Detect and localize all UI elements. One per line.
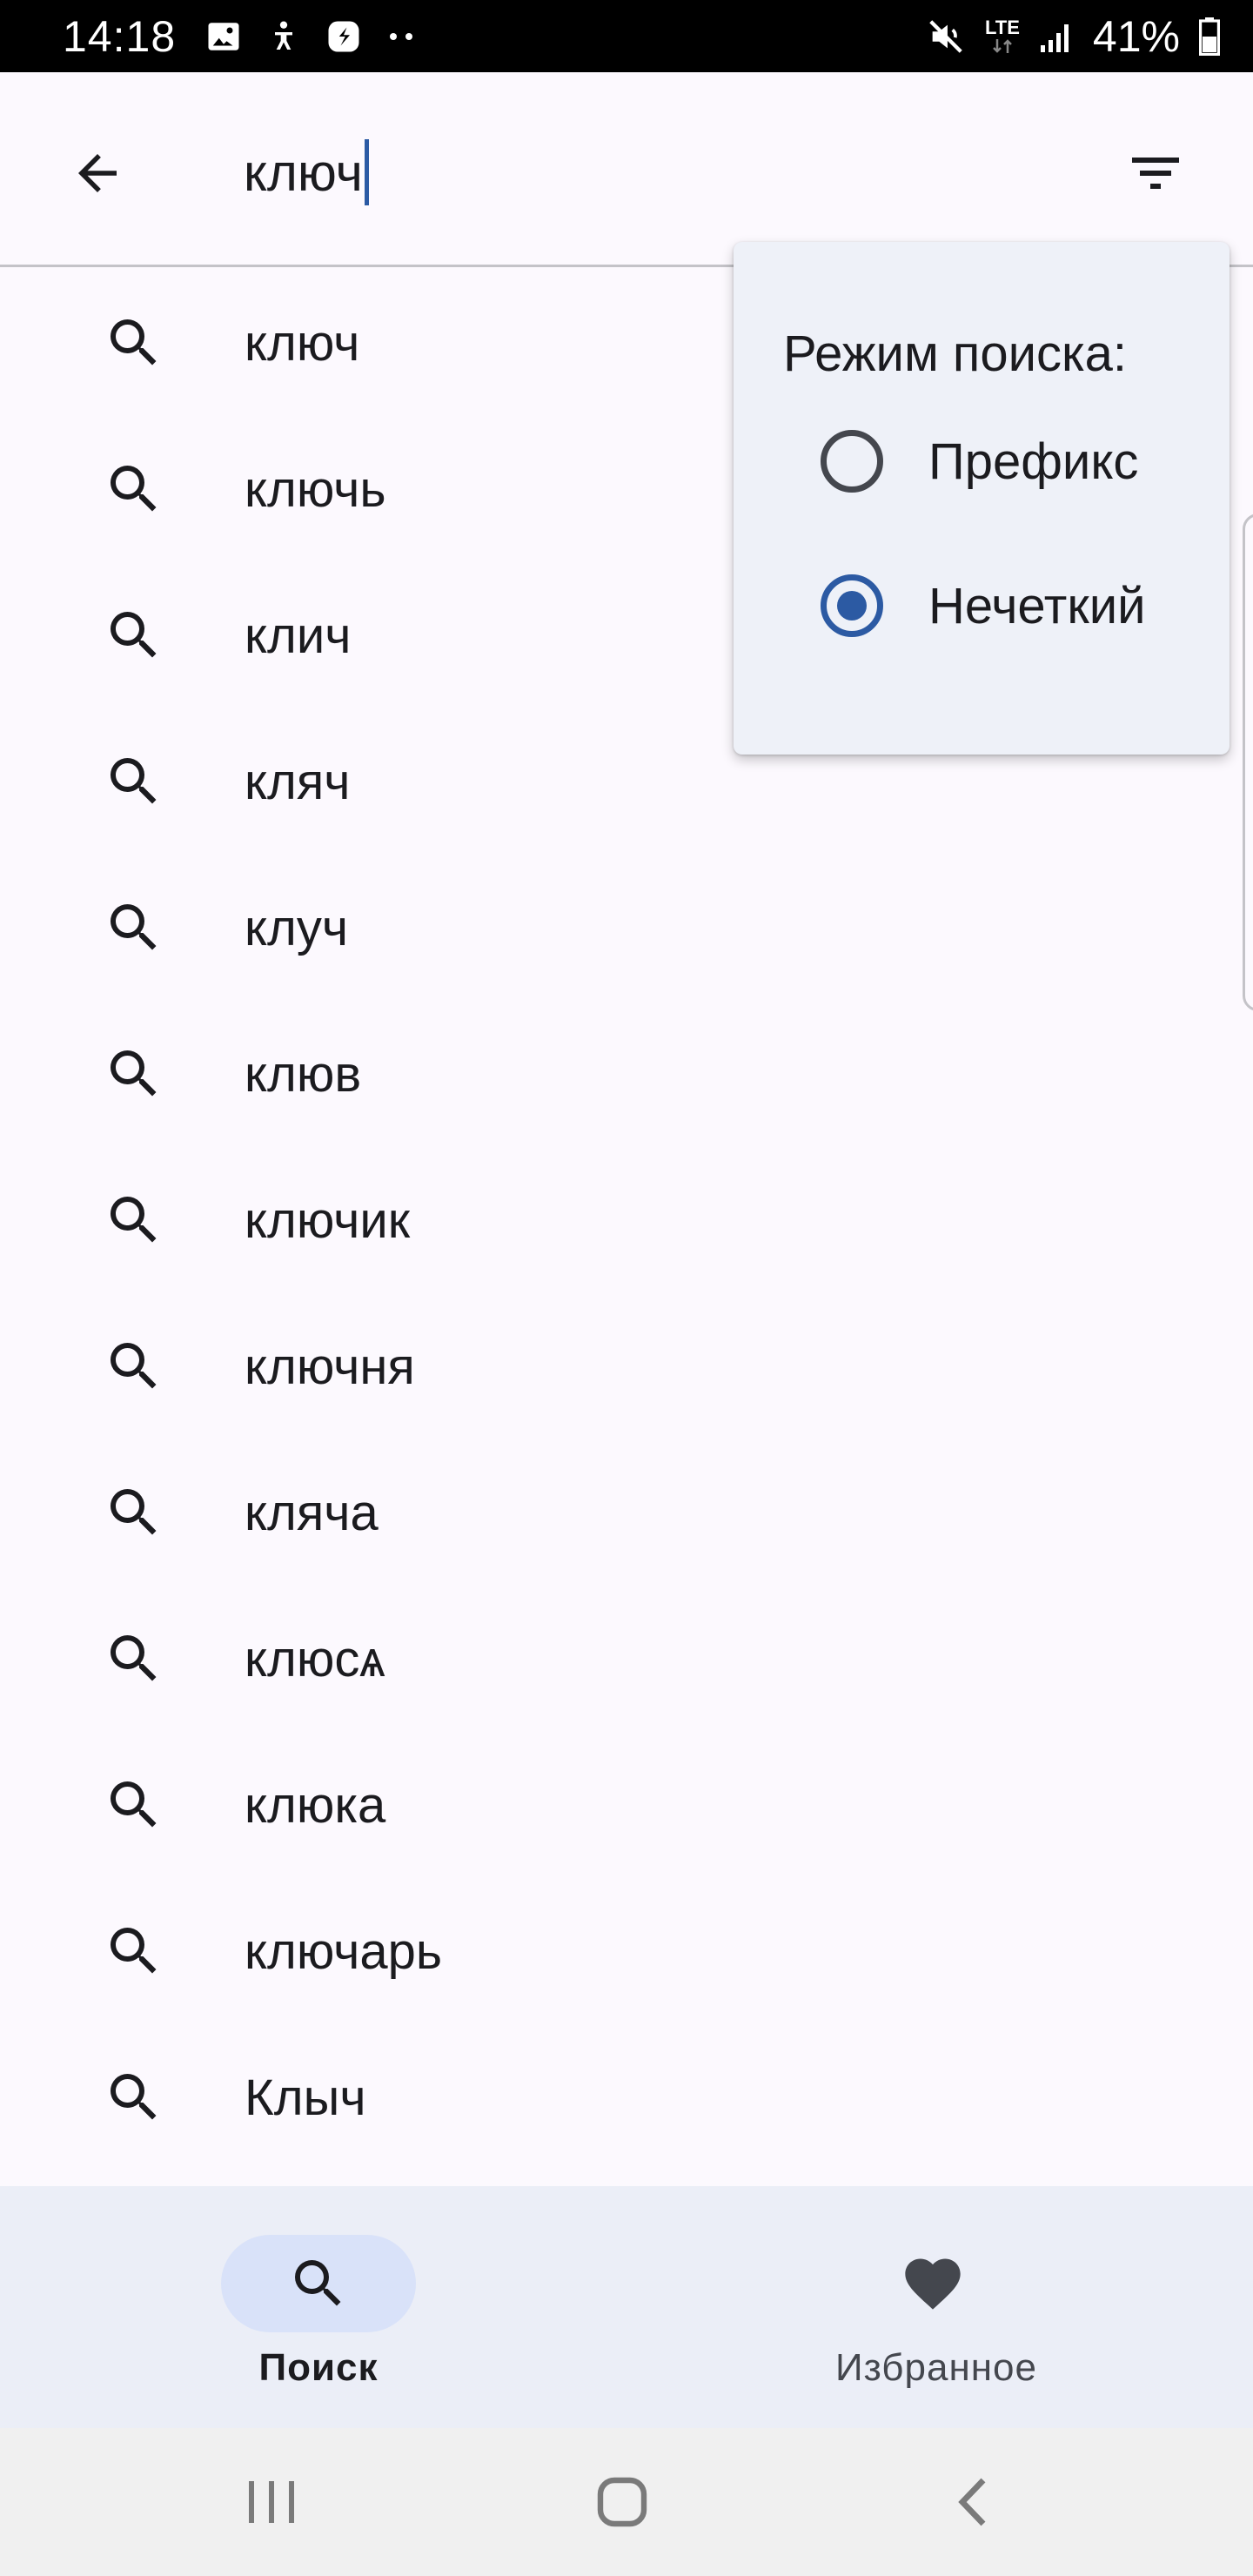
filter-button[interactable] — [1114, 131, 1197, 215]
battery-icon — [1199, 17, 1220, 56]
bottom-navigation: Поиск Избранное — [0, 2186, 1253, 2428]
suggestion-text: клич — [245, 607, 352, 664]
nav-item-favorites[interactable]: Избранное — [626, 2186, 1253, 2428]
search-icon — [101, 1479, 167, 1546]
search-icon — [101, 1187, 167, 1253]
suggestion-text: клюсѧ — [245, 1630, 385, 1687]
accessibility-icon — [266, 18, 301, 55]
search-icon — [101, 1772, 167, 1838]
suggestion-text: кляча — [245, 1484, 379, 1541]
option-label: Префикс — [928, 433, 1139, 490]
radio-dot — [837, 591, 867, 621]
recent-apps-button[interactable] — [228, 2459, 315, 2546]
search-app-bar: ключ — [0, 72, 1253, 267]
search-mode-option-prefix[interactable]: Префикс — [821, 418, 1138, 505]
suggestion-text: ключь — [245, 460, 386, 518]
heart-icon — [905, 2258, 961, 2310]
suggestion-text: клюка — [245, 1776, 386, 1834]
suggestion-text: клюв — [245, 1045, 362, 1103]
search-mode-title: Режим поиска: — [783, 325, 1128, 382]
battery-percent: 41% — [1092, 11, 1180, 61]
search-mode-menu: Режим поиска: Префикс Нечеткий — [734, 242, 1230, 755]
screen: 14:18 LTE 41% ключ ключ ключь клич кляч … — [0, 0, 1253, 2576]
search-icon — [101, 748, 167, 815]
suggestion-text: ключик — [245, 1191, 411, 1249]
filter-icon — [1132, 158, 1179, 189]
gallery-icon — [205, 18, 242, 55]
suggestion-item[interactable]: клюсѧ — [0, 1586, 1253, 1732]
search-icon — [295, 2260, 341, 2306]
status-right: LTE 41% — [926, 11, 1220, 62]
chevron-left-icon — [958, 2478, 986, 2526]
lte-icon: LTE — [985, 16, 1020, 55]
mute-icon — [926, 17, 966, 57]
search-icon — [101, 1626, 167, 1692]
search-icon — [101, 895, 167, 961]
search-icon — [101, 1041, 167, 1107]
more-dots-icon — [386, 30, 418, 43]
suggestion-item[interactable]: ключик — [0, 1147, 1253, 1293]
search-icon — [101, 310, 167, 376]
search-icon — [101, 602, 167, 668]
suggestion-text: ключня — [245, 1338, 415, 1395]
search-input-value: ключ — [244, 143, 363, 202]
search-mode-option-fuzzy[interactable]: Нечеткий — [821, 562, 1146, 649]
suggestion-item[interactable]: Клыч — [0, 2024, 1253, 2170]
suggestion-text: ключ — [245, 314, 360, 372]
suggestion-text: кляч — [245, 753, 351, 810]
search-icon — [101, 456, 167, 522]
suggestion-item[interactable]: ключня — [0, 1293, 1253, 1439]
status-left: 14:18 — [63, 11, 418, 62]
back-button[interactable] — [56, 131, 139, 215]
radio-unchecked-icon[interactable] — [821, 430, 883, 493]
nav-icon-container — [835, 2235, 1030, 2332]
network-type: LTE — [985, 16, 1020, 38]
app-icon — [325, 18, 362, 55]
recent-apps-icon — [249, 2481, 294, 2523]
search-input[interactable]: ключ — [244, 133, 1027, 211]
nav-label-search: Поиск — [258, 2346, 379, 2389]
option-label: Нечеткий — [928, 577, 1146, 634]
signal-icon — [1039, 19, 1074, 54]
suggestion-item[interactable]: ключарь — [0, 1878, 1253, 2024]
suggestion-item[interactable]: кляча — [0, 1439, 1253, 1586]
nav-active-indicator — [221, 2235, 416, 2332]
suggestion-item[interactable]: клуч — [0, 855, 1253, 1001]
edge-panel-handle[interactable] — [1243, 513, 1253, 1011]
nav-item-search[interactable]: Поиск — [0, 2186, 626, 2428]
system-back-button[interactable] — [928, 2459, 1015, 2546]
search-icon — [101, 2064, 167, 2130]
text-caret — [364, 139, 369, 205]
status-bar: 14:18 LTE 41% — [0, 0, 1253, 72]
search-icon — [101, 1333, 167, 1399]
arrow-back-icon — [78, 154, 117, 192]
status-time: 14:18 — [63, 11, 177, 61]
suggestion-text: клуч — [245, 899, 349, 956]
home-icon — [597, 2477, 647, 2527]
home-button[interactable] — [579, 2459, 666, 2546]
suggestion-item[interactable]: клюка — [0, 1732, 1253, 1878]
search-icon — [101, 1918, 167, 1984]
radio-checked-icon[interactable] — [821, 574, 883, 637]
suggestion-item[interactable]: клюв — [0, 1001, 1253, 1147]
nav-label-favorites: Избранное — [835, 2346, 1037, 2389]
suggestion-text: Клыч — [245, 2069, 366, 2126]
suggestion-text: ключарь — [245, 1922, 443, 1980]
system-navigation-bar — [0, 2428, 1253, 2576]
